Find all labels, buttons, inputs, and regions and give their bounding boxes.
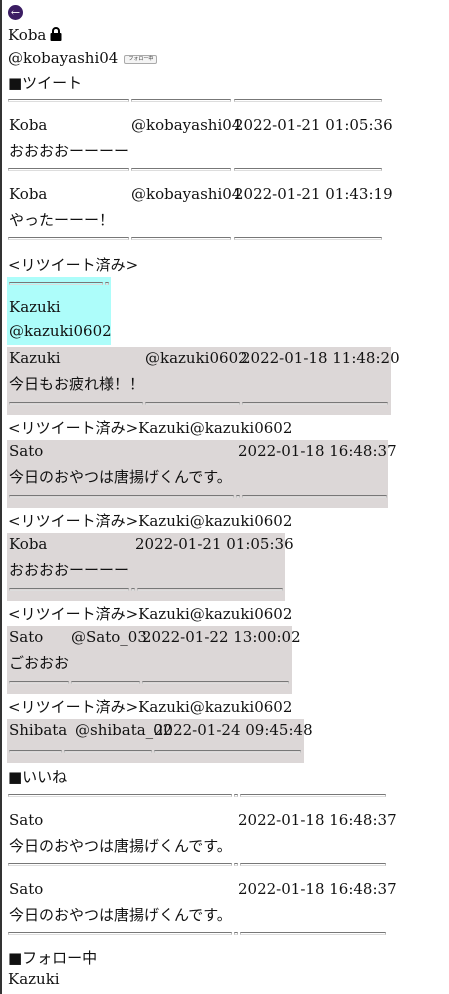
retweet-prefix: <リツイート済み>Kazuki@kazuki0602 xyxy=(8,698,293,716)
retweet-row[interactable]: Kazuki @kazuki0602 2022-01-18 11:48:20 今… xyxy=(7,347,400,415)
retweet-prefix: <リツイート済み>Kazuki@kazuki0602 xyxy=(8,512,293,530)
following-user[interactable]: Kazuki xyxy=(8,970,60,988)
tweet-text: 今日のおやつは唐揚げくんです。 xyxy=(9,837,232,855)
profile-handle-row: @kobayashi04 フォロー中 xyxy=(8,49,158,67)
likes-heading: ■いいね xyxy=(8,768,68,786)
tweet-author: Kazuki xyxy=(9,349,61,367)
tweet-row[interactable]: Koba @kobayashi04 2022-01-21 01:43:19 やっ… xyxy=(7,185,393,231)
profile-name: Koba xyxy=(8,26,47,44)
back-arrow-icon[interactable]: ← xyxy=(8,5,23,20)
tweet-time: 2022-01-22 13:00:02 xyxy=(142,628,301,646)
retweet-user-name: Kazuki xyxy=(9,298,61,316)
tweet-text: 今日のおやつは唐揚げくんです。 xyxy=(9,906,232,924)
tweets-heading: ■ツイート xyxy=(8,74,83,92)
retweet-user-card[interactable]: Kazuki @kazuki0602 xyxy=(7,277,112,345)
tweet-time: 2022-01-24 09:45:48 xyxy=(154,721,313,739)
retweet-label: <リツイート済み> xyxy=(8,256,139,274)
retweet-row[interactable]: Koba 2022-01-21 01:05:36 おおおおーーーー xyxy=(7,533,294,601)
profile-name-row: Koba xyxy=(8,26,62,45)
tweet-author: Sato xyxy=(9,811,44,829)
following-heading: ■フォロー中 xyxy=(8,949,98,967)
tweet-handle[interactable]: @kazuki0602 xyxy=(145,349,248,367)
tweet-text: 今日もお疲れ様！！ xyxy=(9,375,145,393)
tweet-time: 2022-01-21 01:05:36 xyxy=(234,116,393,134)
tweet-author: Koba xyxy=(9,116,48,134)
profile-handle: @kobayashi04 xyxy=(8,49,119,67)
tweet-time: 2022-01-18 16:48:37 xyxy=(238,811,397,829)
tweet-author: Sato xyxy=(9,442,44,460)
tweet-handle[interactable]: @Sato_03 xyxy=(71,628,147,646)
liked-tweet-row[interactable]: Sato 2022-01-18 16:48:37 今日のおやつは唐揚げくんです。 xyxy=(7,811,397,857)
tweet-handle[interactable]: @kobayashi04 xyxy=(131,116,241,134)
retweet-prefix: <リツイート済み>Kazuki@kazuki0602 xyxy=(8,605,293,623)
tweet-row[interactable]: Koba @kobayashi04 2022-01-21 01:05:36 おお… xyxy=(7,116,393,162)
tweet-time: 2022-01-18 16:48:37 xyxy=(238,442,397,460)
retweet-row[interactable]: Shibata @shibata_02 2022-01-24 09:45:48 xyxy=(7,719,313,763)
liked-tweet-row[interactable]: Sato 2022-01-18 16:48:37 今日のおやつは唐揚げくんです。 xyxy=(7,880,397,926)
tweet-time: 2022-01-21 01:43:19 xyxy=(234,185,393,203)
tweet-text: ごおおお xyxy=(9,654,70,672)
retweet-user-handle[interactable]: @kazuki0602 xyxy=(9,322,112,340)
tweet-time: 2022-01-18 16:48:37 xyxy=(238,880,397,898)
tweet-text: 今日のおやつは唐揚げくんです。 xyxy=(9,468,232,486)
tweet-text: おおおおーーーー xyxy=(9,142,130,160)
tweet-author: Sato xyxy=(9,628,44,646)
tweet-text: おおおおーーーー xyxy=(9,561,130,579)
tweet-time: 2022-01-21 01:05:36 xyxy=(135,535,294,553)
follow-button[interactable]: フォロー中 xyxy=(124,54,158,64)
retweet-row[interactable]: Sato 2022-01-18 16:48:37 今日のおやつは唐揚げくんです。 xyxy=(7,440,397,508)
tweet-author: Shibata xyxy=(9,721,68,739)
retweet-row[interactable]: Sato @Sato_03 2022-01-22 13:00:02 ごおおお xyxy=(7,626,301,694)
tweet-author: Koba xyxy=(9,535,48,553)
tweet-handle[interactable]: @kobayashi04 xyxy=(131,185,241,203)
tweet-author: Sato xyxy=(9,880,44,898)
tweet-text: やったーーー！ xyxy=(9,211,115,229)
tweet-time: 2022-01-18 11:48:20 xyxy=(241,349,400,367)
retweet-prefix: <リツイート済み>Kazuki@kazuki0602 xyxy=(8,419,293,437)
lock-icon xyxy=(50,27,62,45)
tweet-author: Koba xyxy=(9,185,48,203)
